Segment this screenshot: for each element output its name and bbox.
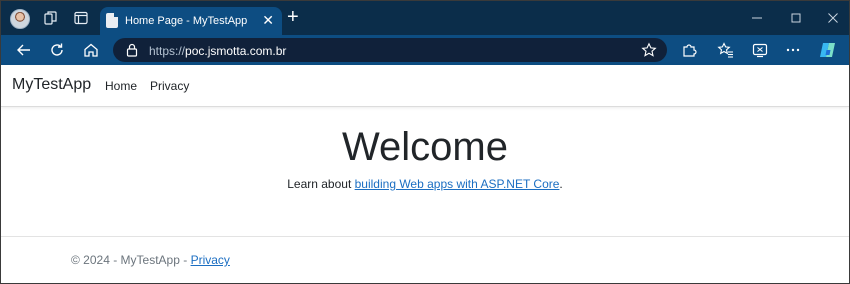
tab-actions-icon[interactable] bbox=[73, 10, 89, 26]
window-close-icon[interactable] bbox=[824, 9, 842, 27]
footer-copyright: © 2024 - MyTestApp - bbox=[71, 253, 191, 267]
browser-toolbar: https://poc.jsmotta.com.br bbox=[1, 35, 849, 65]
site-navbar: MyTestApp Home Privacy bbox=[1, 65, 849, 107]
refresh-icon[interactable] bbox=[48, 41, 66, 59]
more-menu-icon[interactable] bbox=[784, 41, 802, 59]
footer-privacy-link[interactable]: Privacy bbox=[191, 253, 230, 267]
tab-strip: Home Page - MyTestApp ✕ + bbox=[1, 1, 849, 35]
main-content: Welcome Learn about building Web apps wi… bbox=[1, 107, 849, 191]
home-icon[interactable] bbox=[82, 41, 100, 59]
profile-avatar[interactable] bbox=[10, 9, 30, 29]
address-url[interactable]: https://poc.jsmotta.com.br bbox=[149, 44, 286, 58]
web-page: MyTestApp Home Privacy Welcome Learn abo… bbox=[1, 65, 849, 283]
active-tab[interactable]: Home Page - MyTestApp ✕ bbox=[100, 7, 282, 35]
page-heading: Welcome bbox=[342, 125, 508, 169]
lead-text: Learn about building Web apps with ASP.N… bbox=[1, 177, 849, 191]
url-host: poc.jsmotta.com.br bbox=[185, 44, 287, 58]
url-protocol: https:// bbox=[149, 44, 186, 58]
lock-icon[interactable] bbox=[125, 43, 139, 57]
back-icon[interactable] bbox=[15, 41, 33, 59]
nav-link-privacy[interactable]: Privacy bbox=[150, 79, 189, 93]
extensions-icon[interactable] bbox=[680, 41, 698, 59]
footer-divider bbox=[1, 236, 849, 237]
lead-suffix: . bbox=[559, 177, 563, 191]
maximize-icon[interactable] bbox=[787, 9, 805, 27]
close-icon[interactable]: ✕ bbox=[262, 11, 274, 29]
browser-window: Home Page - MyTestApp ✕ + https://poc.js… bbox=[0, 0, 850, 284]
address-bar[interactable]: https://poc.jsmotta.com.br bbox=[113, 38, 667, 62]
site-footer: © 2024 - MyTestApp - Privacy bbox=[71, 253, 230, 267]
favorites-icon[interactable] bbox=[717, 41, 735, 59]
page-favicon bbox=[106, 13, 118, 28]
tab-title: Home Page - MyTestApp bbox=[125, 15, 248, 27]
screenshot-icon[interactable] bbox=[751, 41, 769, 59]
site-brand[interactable]: MyTestApp bbox=[12, 76, 91, 94]
lead-prefix: Learn about bbox=[287, 177, 355, 191]
favorite-star-icon[interactable] bbox=[641, 42, 657, 58]
aspnet-docs-link[interactable]: building Web apps with ASP.NET Core bbox=[355, 177, 560, 191]
copilot-icon[interactable] bbox=[818, 40, 838, 60]
nav-link-home[interactable]: Home bbox=[105, 79, 137, 93]
new-tab-icon[interactable]: + bbox=[287, 7, 299, 27]
minimize-icon[interactable] bbox=[748, 9, 766, 27]
workspaces-icon[interactable] bbox=[43, 10, 59, 26]
